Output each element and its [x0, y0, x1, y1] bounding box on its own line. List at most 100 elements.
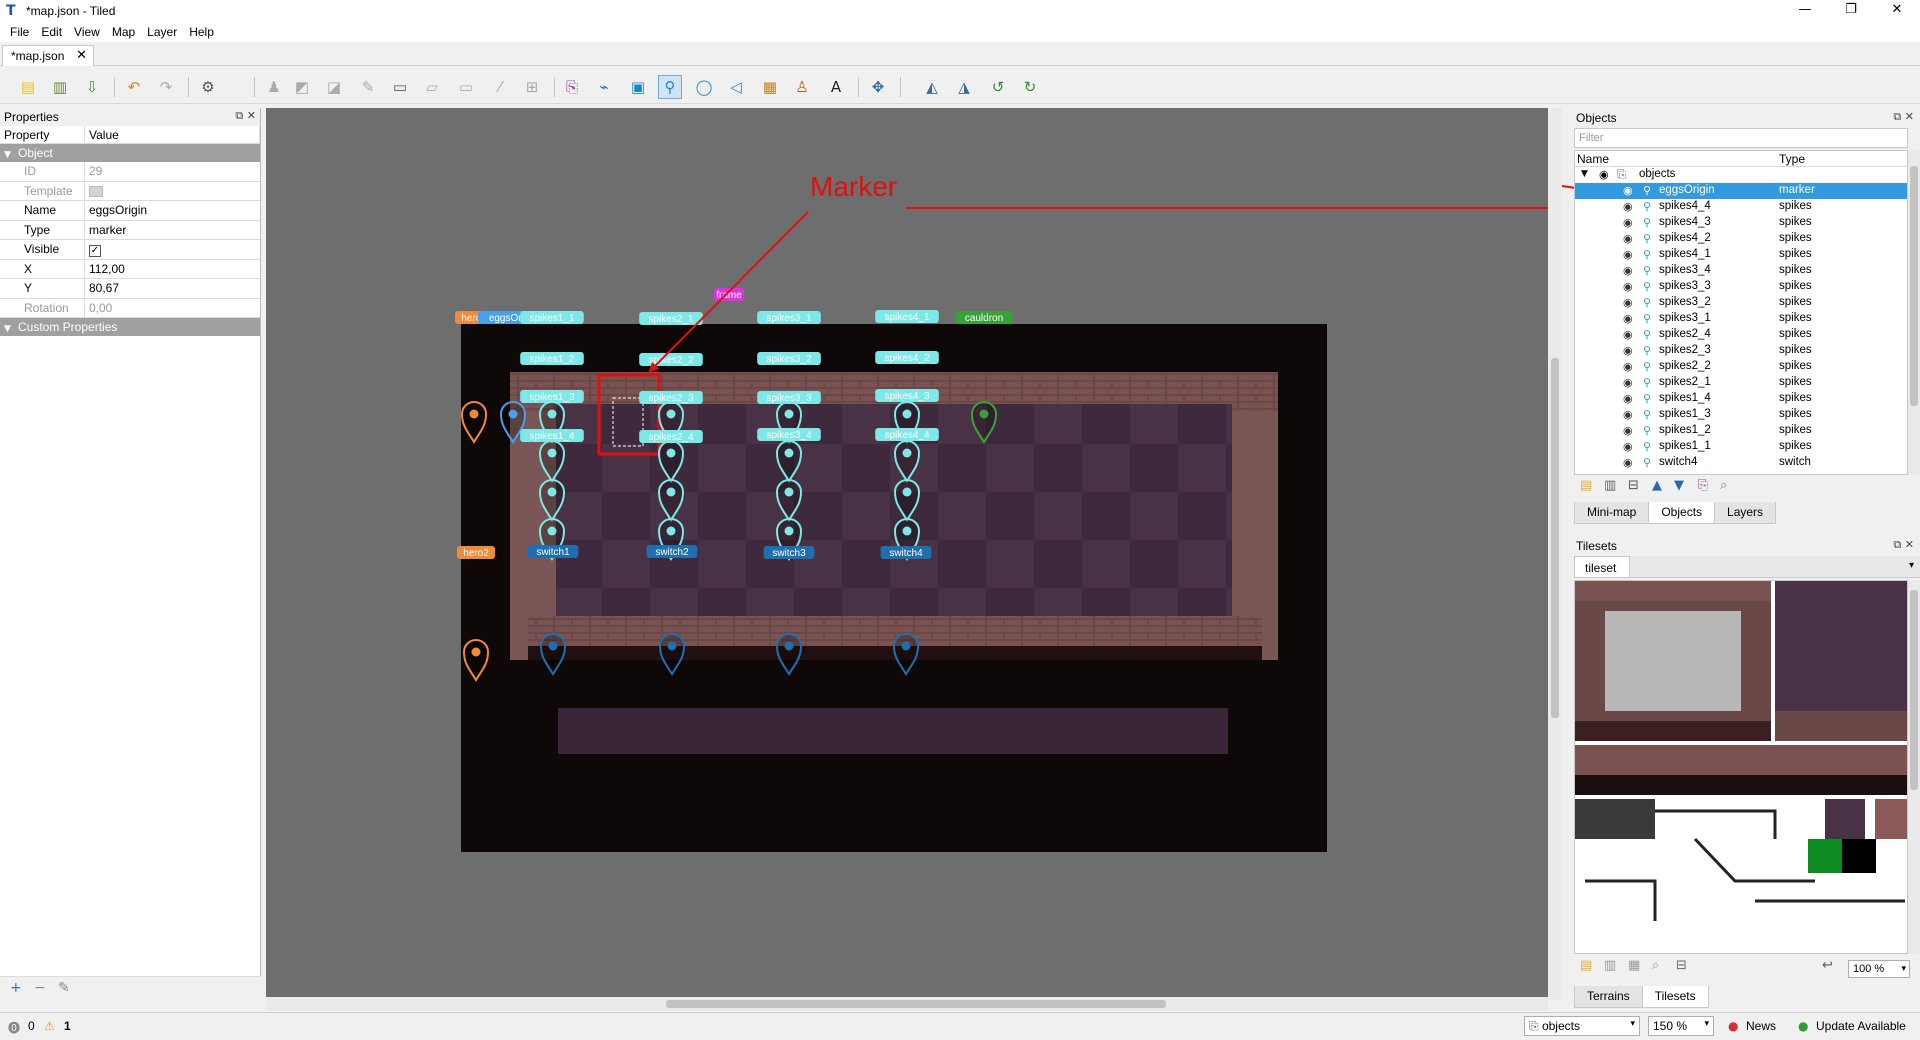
open-file-icon[interactable]: ▥ [48, 75, 72, 99]
tileset-zoom-combo[interactable]: 100 % ▾ [1848, 960, 1910, 978]
canvas-vertical-scrollbar[interactable] [1548, 108, 1562, 1000]
tree-object-row[interactable]: ◉ ⚲ spikes2_3 spikes [1575, 343, 1907, 359]
eye-icon[interactable]: ◉ [1623, 247, 1633, 262]
tileset-scroll-thumb[interactable] [1910, 590, 1918, 790]
menu-help[interactable]: Help [183, 25, 220, 39]
layer-combo[interactable]: ⎘ objects ▾ [1524, 1016, 1640, 1036]
magic-wand-icon[interactable]: ⁄ [488, 75, 512, 99]
shape-fill-icon[interactable]: ✎ [356, 75, 380, 99]
rotate-right-icon[interactable]: ↻ [1018, 75, 1042, 99]
insert-template-icon[interactable]: ⎘ [560, 75, 584, 99]
eraser-icon[interactable]: ▱ [420, 75, 444, 99]
col-value[interactable]: Value [85, 126, 260, 143]
prop-value[interactable]: 112,00 [85, 260, 260, 279]
visible-checkbox[interactable]: ✓ [89, 245, 101, 257]
move-icon[interactable]: ✥ [866, 75, 890, 99]
tree-object-row[interactable]: ◉ ⚲ eggsOrigin marker [1575, 183, 1907, 199]
group-custom-properties[interactable]: ▼ Custom Properties [0, 318, 260, 336]
eye-icon[interactable]: ◉ [1623, 343, 1633, 358]
tree-object-row[interactable]: ◉ ⚲ spikes4_4 spikes [1575, 199, 1907, 215]
close-window-button[interactable]: ✕ [1874, 0, 1920, 22]
tree-scroll-thumb[interactable] [1910, 166, 1918, 406]
prop-row-rotation[interactable]: Rotation 0,00 [0, 298, 260, 318]
eye-icon[interactable]: ◉ [1599, 167, 1609, 182]
eye-icon[interactable]: ◉ [1623, 375, 1633, 390]
tileset-scrollbar[interactable] [1908, 580, 1920, 954]
update-available-link[interactable]: Update Available [1816, 1019, 1906, 1033]
insert-text-icon[interactable]: A [824, 75, 848, 99]
tileset-grid[interactable] [1575, 581, 1908, 954]
new-map-icon[interactable]: ▤ [16, 75, 40, 99]
prop-row-visible[interactable]: Visible ✓ [0, 240, 260, 260]
eye-icon[interactable]: ◉ [1623, 279, 1633, 294]
warning-icon[interactable]: ⚠ [44, 1019, 55, 1033]
objects-tree[interactable]: Name Type ▼ ◉ ⎘ objects ◉ ⚲ eggsOrigin mark… [1574, 150, 1908, 475]
eye-icon[interactable]: ◉ [1623, 455, 1633, 470]
tree-object-row[interactable]: ◉ ⚲ spikes4_2 spikes [1575, 231, 1907, 247]
collapse-triangle-icon[interactable]: ▼ [4, 324, 18, 334]
collapse-triangle-icon[interactable]: ▼ [4, 150, 18, 160]
rotate-left-icon[interactable]: ↺ [986, 75, 1010, 99]
tab-mini-map[interactable]: Mini-map [1574, 502, 1650, 524]
find-object-icon[interactable]: ⌕ [1720, 478, 1727, 493]
objects-filter-input[interactable]: Filter [1574, 128, 1908, 148]
prop-row-name[interactable]: Name eggsOrigin [0, 201, 260, 221]
add-object-layer-icon[interactable]: ▤ [1580, 478, 1592, 493]
news-icon[interactable]: ● [1728, 1019, 1738, 1033]
objects-tree-scrollbar[interactable] [1908, 150, 1920, 475]
tab-terrains[interactable]: Terrains [1574, 986, 1643, 1008]
tree-object-row[interactable]: ◉ ⚲ switch4 switch [1575, 455, 1907, 471]
news-link[interactable]: News [1746, 1019, 1776, 1033]
eye-icon[interactable]: ◉ [1623, 215, 1633, 230]
eye-icon[interactable]: ◉ [1623, 407, 1633, 422]
rectangle-tool-icon[interactable]: ▭ [388, 75, 412, 99]
insert-tile-icon[interactable]: ▦ [758, 75, 782, 99]
object-properties-icon[interactable]: ⎘ [1698, 478, 1708, 493]
move-up-icon[interactable]: ▲ [1652, 478, 1662, 493]
tileset-view[interactable] [1574, 580, 1908, 954]
tree-object-row[interactable]: ◉ ⚲ spikes3_4 spikes [1575, 263, 1907, 279]
col-type[interactable]: Type [1777, 151, 1907, 166]
minimize-button[interactable]: — [1782, 0, 1828, 22]
eye-icon[interactable]: ◉ [1623, 391, 1633, 406]
tree-object-row[interactable]: ◉ ⚲ spikes1_3 spikes [1575, 407, 1907, 423]
tree-object-row[interactable]: ◉ ⚲ spikes1_1 spikes [1575, 439, 1907, 455]
dock-float-close-icons[interactable]: ⧉ ✕ [1893, 110, 1914, 124]
prop-row-template[interactable]: Template [0, 181, 260, 201]
eye-icon[interactable]: ◉ [1623, 423, 1633, 438]
tree-object-row[interactable]: ◉ ⚲ spikes4_1 spikes [1575, 247, 1907, 263]
delete-object-icon[interactable]: ⊟ [1628, 478, 1639, 493]
undo-icon[interactable]: ↶ [122, 75, 146, 99]
dock-float-close-icons[interactable]: ⧉ ✕ [235, 109, 256, 123]
dock-float-close-icons[interactable]: ⧉ ✕ [1893, 538, 1914, 552]
export-tileset-icon[interactable]: ▦ [1628, 958, 1640, 973]
tree-object-row[interactable]: ◉ ⚲ spikes3_3 spikes [1575, 279, 1907, 295]
tree-layer-row[interactable]: ▼ ◉ ⎘ objects [1575, 167, 1907, 183]
col-property[interactable]: Property [0, 126, 85, 143]
stamp-brush-icon[interactable]: ♟ [262, 75, 286, 99]
eye-icon[interactable]: ◉ [1623, 327, 1633, 342]
tab-objects[interactable]: Objects [1648, 502, 1716, 524]
insert-ellipse-icon[interactable]: ◯ [692, 75, 716, 99]
save-icon[interactable]: ⇩ [80, 75, 104, 99]
tree-object-row[interactable]: ◉ ⚲ spikes2_1 spikes [1575, 375, 1907, 391]
dynamic-wrap-icon[interactable]: ↩ [1822, 958, 1833, 973]
eye-icon[interactable]: ◉ [1623, 263, 1633, 278]
duplicate-object-icon[interactable]: ▥ [1604, 478, 1616, 493]
prop-row-x[interactable]: X 112,00 [0, 259, 260, 279]
eye-icon[interactable]: ◉ [1623, 231, 1633, 246]
rectangular-select-icon[interactable]: ▭ [454, 75, 478, 99]
tree-object-row[interactable]: ◉ ⚲ spikes2_2 spikes [1575, 359, 1907, 375]
menu-map[interactable]: Map [106, 25, 141, 39]
error-icon[interactable]: ⓿ [8, 1019, 20, 1036]
map-view-svg[interactable]: hero1 eggsOriginspikes1_1spikes1_2spikes1… [266, 108, 1562, 1000]
edit-polygons-icon[interactable]: ⌁ [592, 75, 616, 99]
update-icon[interactable]: ● [1798, 1019, 1808, 1033]
document-tab[interactable]: *map.json ✕ [2, 45, 94, 66]
select-objects-icon[interactable]: ▣ [626, 75, 650, 99]
vscroll-thumb[interactable] [1551, 358, 1559, 718]
restore-button[interactable]: ❐ [1828, 0, 1874, 22]
tree-object-row[interactable]: ◉ ⚲ spikes1_2 spikes [1575, 423, 1907, 439]
bucket-fill-icon[interactable]: ◪ [322, 75, 346, 99]
tileset-menu-icon[interactable]: ▾ [1909, 560, 1914, 571]
